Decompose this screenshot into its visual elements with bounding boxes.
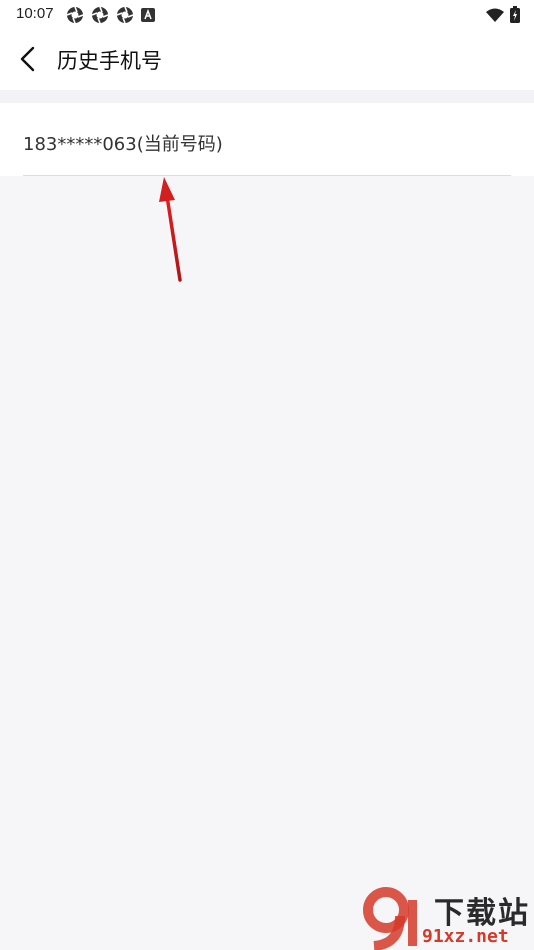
page-title: 历史手机号 — [57, 49, 162, 73]
aperture-icon — [66, 6, 84, 24]
phone-history-list: 183*****063(当前号码) — [0, 103, 534, 176]
a-badge-icon — [141, 8, 155, 22]
annotation-arrow — [159, 177, 182, 282]
aperture-icon — [116, 6, 134, 24]
status-time: 10:07 — [16, 5, 54, 22]
back-button[interactable] — [12, 43, 44, 75]
battery-charging-icon — [510, 6, 520, 23]
site-watermark: 下载站 91xz.net — [360, 886, 534, 950]
list-item[interactable]: 183*****063(当前号码) — [0, 103, 534, 176]
chevron-left-icon — [20, 46, 35, 72]
wifi-icon — [486, 8, 504, 22]
status-bar: 10:07 — [0, 0, 534, 28]
notification-icons — [66, 6, 155, 24]
logo-icon — [363, 887, 417, 950]
watermark-url: 91xz.net — [422, 926, 509, 947]
app-bar: 历史手机号 — [0, 28, 534, 90]
system-icons — [486, 6, 520, 23]
aperture-icon — [91, 6, 109, 24]
phone-number-label: 183*****063(当前号码) — [23, 134, 223, 155]
section-gap — [0, 90, 534, 103]
list-divider — [23, 175, 511, 176]
